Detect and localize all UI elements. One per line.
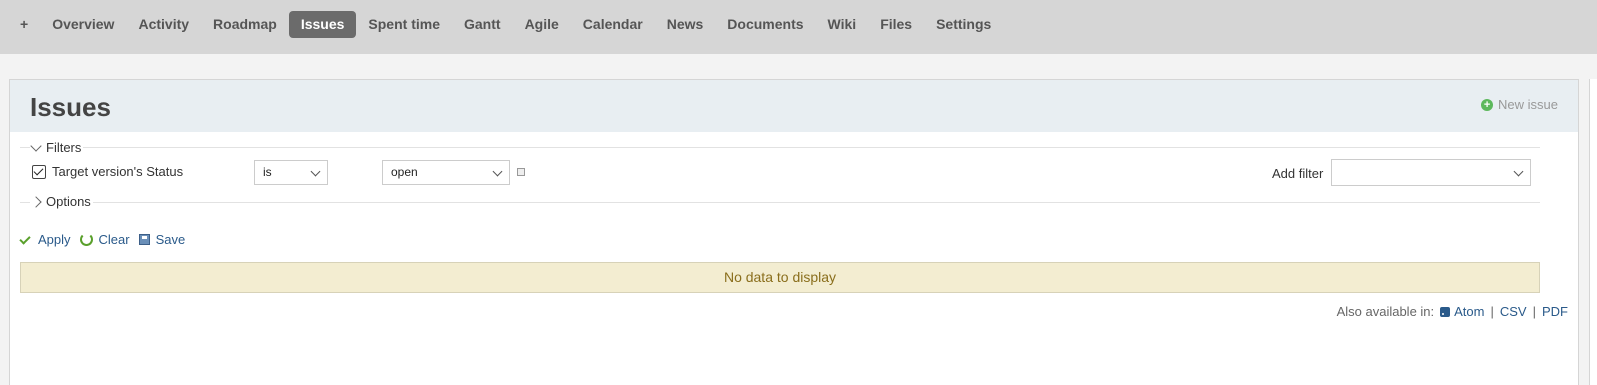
tab-roadmap[interactable]: Roadmap [201,11,289,38]
filters-toggle[interactable]: Filters [30,139,84,155]
filter-value-value: open [391,165,418,179]
chevron-down-icon [30,139,42,152]
tab-overview[interactable]: Overview [40,11,126,38]
tab-settings[interactable]: Settings [924,11,1003,38]
new-issue-link[interactable]: + New issue [1481,97,1558,112]
filter-enabled-checkbox[interactable] [32,164,46,179]
options-divider [20,202,1540,203]
page-header: Issues + New issue [10,80,1578,132]
tab-activity[interactable]: Activity [126,11,201,38]
save-button[interactable]: Save [138,232,186,247]
tab-files[interactable]: Files [868,11,924,38]
new-issue-label: New issue [1498,97,1558,112]
add-filter-label: Add filter [1272,166,1324,181]
filter-value-select[interactable]: open [382,160,510,185]
filter-row: Target version's Status [32,164,183,179]
filter-operator-value: is [263,165,272,179]
chevron-right-icon [30,195,42,208]
apply-button[interactable]: Apply [19,232,71,247]
apply-label: Apply [38,232,71,247]
tab-spent-time[interactable]: Spent time [356,11,452,38]
content-panel: Issues + New issue Filters Target versio… [9,79,1579,385]
tab-wiki[interactable]: Wiki [816,11,869,38]
main-menu-list: + Overview Activity Roadmap Issues Spent time… [8,11,1003,38]
feed-icon [1440,306,1451,317]
tab-calendar[interactable]: Calendar [571,11,655,38]
tab-documents[interactable]: Documents [715,11,815,38]
chevron-down-icon [1513,166,1524,177]
chevron-down-icon [310,166,321,177]
filter-operator-select[interactable]: is [254,160,328,185]
page-title: Issues [30,92,111,122]
options-toggle[interactable]: Options [30,194,93,209]
atom-link[interactable]: Atom [1454,304,1484,319]
add-filter-select[interactable] [1331,159,1531,186]
query-actions: Apply Clear Save [19,232,194,247]
reload-icon [79,233,93,246]
filters-legend: Filters [46,140,82,155]
tab-gantt[interactable]: Gantt [452,11,513,38]
floppy-disk-icon [138,234,150,245]
options-legend: Options [46,194,91,209]
other-formats-label: Also available in: [1336,304,1435,319]
other-formats: Also available in: Atom | CSV | PDF [1337,304,1568,319]
add-icon: + [1481,98,1494,111]
chevron-down-icon [492,166,503,177]
tab-issues[interactable]: Issues [288,11,357,38]
filters-divider [20,147,1540,148]
toggle-multiselect-icon[interactable] [517,168,525,176]
clear-label: Clear [98,232,130,247]
main-menu: + Overview Activity Roadmap Issues Spent time… [0,0,1597,54]
csv-link[interactable]: CSV [1500,304,1527,319]
tab-agile[interactable]: Agile [513,11,571,38]
sidebar-edge [1589,79,1597,385]
filter-field-label: Target version's Status [52,164,184,179]
checkmark-icon [19,232,31,245]
tab-news[interactable]: News [655,11,716,38]
separator: | [1532,304,1536,319]
save-label: Save [155,232,186,247]
separator: | [1490,304,1494,319]
pdf-link[interactable]: PDF [1542,304,1568,319]
no-data-message: No data to display [20,262,1540,293]
clear-button[interactable]: Clear [79,232,130,247]
tab-new-object[interactable]: + [8,11,40,38]
